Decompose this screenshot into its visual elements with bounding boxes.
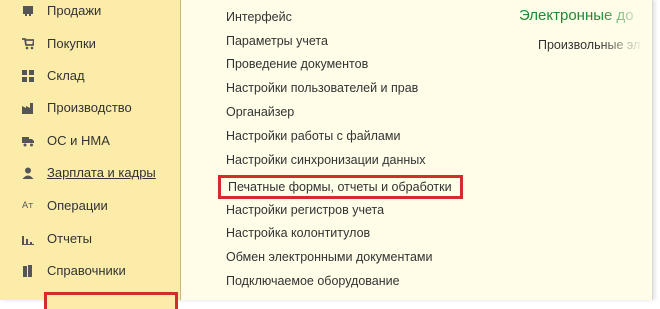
sidebar-item-label: ОС и НМА — [47, 133, 110, 148]
sidebar-item-label: Покупки — [47, 36, 96, 51]
menu-item-interface[interactable]: Интерфейс — [226, 6, 292, 28]
menu-item-user-rights-settings[interactable]: Настройки пользователей и прав — [226, 77, 418, 99]
menu-item-print-forms-reports[interactable]: Печатные формы, отчеты и обработки — [218, 175, 463, 199]
sidebar-item-label: Отчеты — [47, 231, 92, 246]
menu-item-accounting-parameters[interactable]: Параметры учета — [226, 30, 328, 52]
sidebar-item-label: Производство — [47, 100, 132, 115]
app-window: Продажи Покупки Склад Производство ОС и … — [0, 0, 653, 309]
books-icon — [23, 265, 32, 277]
sidebar-item-catalogs[interactable]: Справочники — [0, 256, 180, 286]
sidebar-item-administration-highlight[interactable] — [44, 292, 178, 309]
sidebar-item-operations[interactable]: Ат Операции — [0, 191, 180, 221]
sidebar-item-purchases[interactable]: Покупки — [0, 29, 180, 59]
menu-item-connected-equipment[interactable]: Подключаемое оборудование — [226, 270, 400, 292]
menu-item-document-posting[interactable]: Проведение документов — [226, 53, 368, 75]
sidebar-item-label: Склад — [47, 68, 85, 83]
sidebar-item-reports[interactable]: Отчеты — [0, 224, 180, 254]
svg-text:Ат: Ат — [22, 201, 33, 211]
sections-sidebar: Продажи Покупки Склад Производство ОС и … — [0, 0, 181, 309]
menu-item-register-settings[interactable]: Настройки регистров учета — [226, 199, 384, 221]
menu-item-sync-settings[interactable]: Настройки синхронизации данных — [226, 149, 426, 171]
sidebar-item-warehouse[interactable]: Склад — [0, 61, 180, 91]
sidebar-item-sales[interactable]: Продажи — [0, 0, 180, 26]
menu-item-file-settings[interactable]: Настройки работы с файлами — [226, 125, 400, 147]
menu-item-edi-exchange[interactable]: Обмен электронными документами — [226, 246, 432, 268]
sidebar-item-label: Справочники — [47, 263, 126, 278]
edge-fade — [600, 0, 652, 300]
sidebar-item-label: Зарплата и кадры — [47, 165, 156, 180]
settings-menu: Интерфейс Параметры учета Проведение док… — [218, 0, 496, 300]
cart-icon — [22, 38, 34, 50]
warehouse-icon — [22, 70, 34, 82]
operations-icon: Ат — [22, 201, 33, 211]
person-icon — [22, 167, 34, 179]
sidebar-item-label: Операции — [47, 198, 108, 213]
cart-sale-icon — [23, 6, 33, 16]
truck-icon — [22, 137, 34, 147]
sidebar-item-payroll[interactable]: Зарплата и кадры — [0, 158, 180, 188]
factory-icon — [22, 103, 33, 114]
sidebar-item-production[interactable]: Производство — [0, 93, 180, 123]
sidebar-item-label: Продажи — [47, 3, 102, 18]
menu-item-headers-footers[interactable]: Настройка колонтитулов — [226, 222, 370, 244]
sidebar-item-fixed-assets[interactable]: ОС и НМА — [0, 126, 180, 156]
menu-item-organizer[interactable]: Органайзер — [226, 101, 294, 123]
bar-chart-icon — [22, 236, 34, 245]
